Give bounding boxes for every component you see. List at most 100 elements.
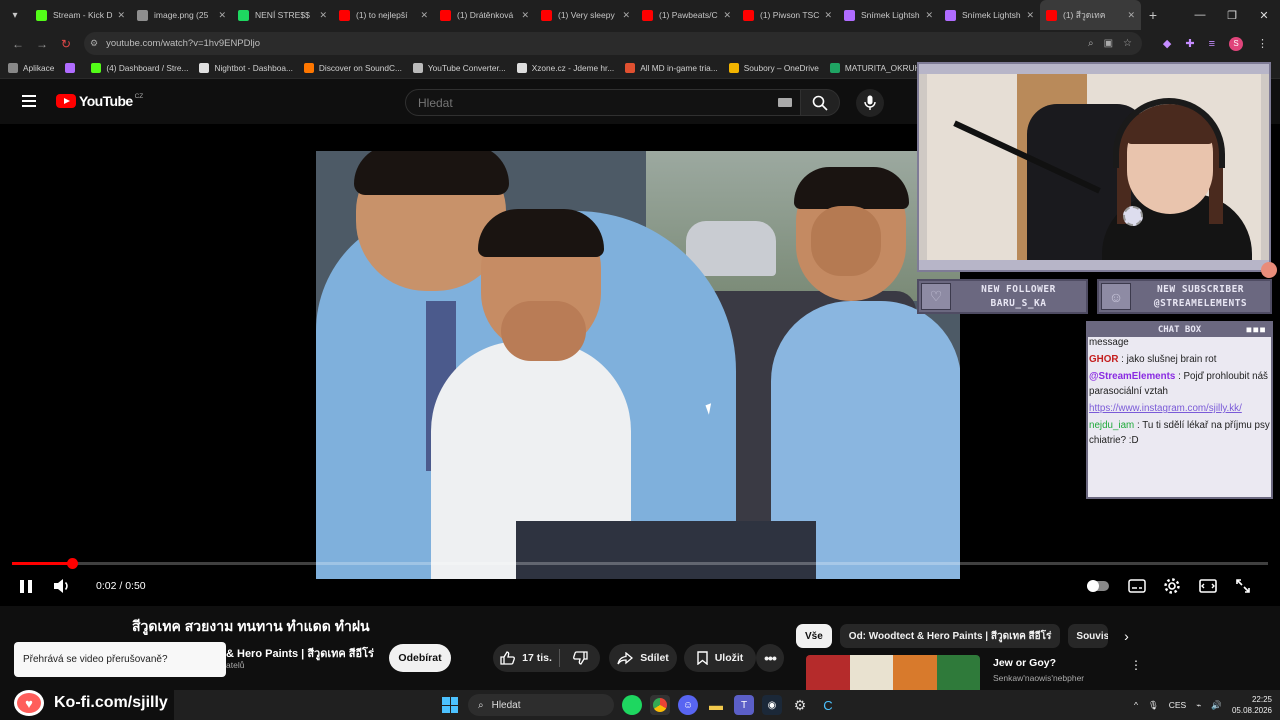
menu-icon[interactable] — [22, 95, 36, 107]
browser-tab[interactable]: image.png (25 ✕ — [131, 0, 232, 30]
app-c-icon[interactable]: C — [818, 695, 838, 715]
minimize-icon[interactable]: — — [1184, 0, 1216, 30]
playback-issue-toast[interactable]: Přehrává se video přerušovaně? — [14, 642, 226, 677]
bookmark-item[interactable]: Nightbot - Dashboa... — [199, 62, 293, 73]
like-button[interactable]: 17 tis. — [493, 649, 560, 667]
recommended-thumbnail[interactable] — [806, 655, 980, 690]
network-icon[interactable]: ⌁ — [1196, 700, 1201, 711]
channel-name[interactable]: & Hero Paints | สีวูดเทค สีอีโร่ — [226, 644, 374, 662]
recommended-title[interactable]: Jew or Goy? — [993, 657, 1056, 669]
discord-icon[interactable]: ☺ — [678, 695, 698, 715]
bookmark-item[interactable]: Xzone.cz - Jdeme hr... — [516, 62, 614, 73]
chrome-icon[interactable] — [650, 695, 670, 715]
close-tab-icon[interactable]: ✕ — [925, 10, 933, 21]
bookmark-item[interactable]: MATURITA_OKRUH... — [829, 62, 928, 73]
share-button[interactable]: Sdílet — [609, 644, 677, 672]
voice-search-button[interactable] — [856, 89, 884, 117]
recommended-channel[interactable]: Senkaw'naowis'nebpher — [993, 673, 1084, 683]
progress-bar[interactable] — [12, 558, 1268, 569]
close-tab-icon[interactable]: ✕ — [723, 10, 731, 21]
browser-menu-icon[interactable]: ⋮ — [1257, 37, 1268, 50]
spotify-icon[interactable] — [622, 695, 642, 715]
chip-all[interactable]: Vše — [796, 624, 832, 648]
reload-icon[interactable]: ↻ — [54, 37, 78, 51]
chevron-up-icon[interactable]: ^ — [1134, 700, 1138, 710]
maximize-icon[interactable]: ❐ — [1216, 0, 1248, 30]
bookmark-item[interactable]: Soubory – OneDrive — [728, 62, 819, 73]
close-tab-icon[interactable]: ✕ — [1127, 10, 1135, 21]
close-tab-icon[interactable]: ✕ — [824, 10, 832, 21]
url-text[interactable]: youtube.com/watch?v=1hv9ENPDljo — [106, 38, 260, 49]
browser-tab[interactable]: (1) Very sleepy ✕ — [535, 0, 636, 30]
clock[interactable]: 22:25 05.08.2026 — [1232, 694, 1272, 716]
close-tab-icon[interactable]: ✕ — [420, 10, 428, 21]
close-tab-icon[interactable]: ✕ — [218, 10, 226, 21]
search-input[interactable] — [418, 96, 758, 110]
speaker-icon[interactable]: 🔊 — [1211, 700, 1222, 711]
settings-gear-icon[interactable]: ⚙ — [790, 695, 810, 715]
puzzle-icon[interactable]: ✚ — [1185, 37, 1194, 50]
volume-button[interactable] — [52, 574, 72, 598]
back-icon[interactable]: ← — [6, 37, 30, 51]
bookmark-star-icon[interactable]: ☆ — [1123, 38, 1132, 49]
zoom-icon[interactable]: ⌕ — [1088, 38, 1094, 49]
theater-mode-button[interactable] — [1196, 574, 1220, 598]
browser-tab[interactable]: NENÍ STRE$$ ✕ — [232, 0, 333, 30]
file-explorer-icon[interactable]: ▬ — [706, 695, 726, 715]
more-vertical-icon[interactable]: ⋮ — [1130, 658, 1142, 672]
subscribe-button[interactable]: Odebírat — [389, 644, 451, 672]
pause-button[interactable] — [18, 574, 34, 598]
close-tab-icon[interactable]: ✕ — [117, 10, 125, 21]
settings-button[interactable] — [1160, 574, 1184, 598]
bookmark-item[interactable] — [65, 62, 80, 73]
fullscreen-button[interactable] — [1231, 574, 1255, 598]
windows-start-icon[interactable] — [442, 697, 458, 713]
close-tab-icon[interactable]: ✕ — [1026, 10, 1034, 21]
bookmark-item[interactable]: All MD in-game tria... — [625, 62, 718, 73]
bookmark-item[interactable]: (4) Dashboard / Stre... — [91, 62, 188, 73]
bookmark-favicon-icon — [516, 62, 527, 73]
close-window-icon[interactable]: ✕ — [1248, 0, 1280, 30]
search-button[interactable] — [800, 89, 840, 116]
keyboard-icon[interactable] — [778, 98, 792, 107]
save-button[interactable]: Uložit — [684, 644, 756, 672]
more-actions-button[interactable]: ••• — [756, 644, 784, 672]
browser-tab[interactable]: Snímek Lightsh ✕ — [838, 0, 939, 30]
extension-icon[interactable]: ◆ — [1163, 37, 1171, 50]
browser-tab[interactable]: (1) to nejlepší ✕ — [333, 0, 434, 30]
address-bar[interactable]: ⚙ youtube.com/watch?v=1hv9ENPDljo ⌕ ▣ ☆ — [84, 32, 1142, 55]
forward-icon[interactable]: → — [30, 37, 54, 51]
teams-icon[interactable]: T — [734, 695, 754, 715]
site-info-icon[interactable]: ⚙ — [90, 38, 98, 49]
browser-tab[interactable]: (1) Pawbeats/C ✕ — [636, 0, 737, 30]
browser-tab[interactable]: (1) สีวูดเทค ✕ — [1040, 0, 1141, 30]
close-tab-icon[interactable]: ✕ — [622, 10, 630, 21]
browser-tab[interactable]: Snímek Lightsh ✕ — [939, 0, 1040, 30]
youtube-logo[interactable]: YouTube CZ — [56, 93, 143, 109]
browser-tab[interactable]: (1) Drátěnková ✕ — [434, 0, 535, 30]
video-frame[interactable] — [316, 151, 960, 579]
chevron-right-icon[interactable]: › — [1116, 624, 1136, 648]
bookmark-item[interactable]: Aplikace — [8, 62, 54, 73]
bookmark-item[interactable]: YouTube Converter... — [412, 62, 506, 73]
chip-related[interactable]: Souvisejí — [1068, 624, 1109, 648]
mic-tray-icon[interactable]: 🎙 — [1148, 700, 1159, 711]
bookmark-item[interactable]: Discover on SoundC... — [303, 62, 402, 73]
tab-search-icon[interactable]: ▾ — [0, 0, 30, 30]
browser-tab[interactable]: (1) Piwson TSC ✕ — [737, 0, 838, 30]
profile-avatar[interactable]: S — [1229, 36, 1243, 51]
scrubber-handle[interactable] — [67, 558, 79, 569]
close-tab-icon[interactable]: ✕ — [521, 10, 529, 21]
taskbar-search[interactable]: ⌕ Hledat — [468, 694, 614, 716]
browser-tab[interactable]: Stream - Kick D ✕ — [30, 0, 131, 30]
chip-from-channel[interactable]: Od: Woodtect & Hero Paints | สีวูดเทค สี… — [839, 624, 1061, 648]
playlist-icon[interactable]: ≡ — [1209, 38, 1215, 50]
dislike-button[interactable] — [560, 651, 600, 665]
language-indicator[interactable]: CES — [1169, 700, 1186, 710]
close-tab-icon[interactable]: ✕ — [319, 10, 327, 21]
subtitles-button[interactable] — [1125, 574, 1149, 598]
steam-icon[interactable]: ◉ — [762, 695, 782, 715]
new-tab-button[interactable]: + — [1141, 7, 1165, 23]
install-app-icon[interactable]: ▣ — [1104, 38, 1113, 49]
autoplay-toggle[interactable] — [1086, 574, 1110, 598]
